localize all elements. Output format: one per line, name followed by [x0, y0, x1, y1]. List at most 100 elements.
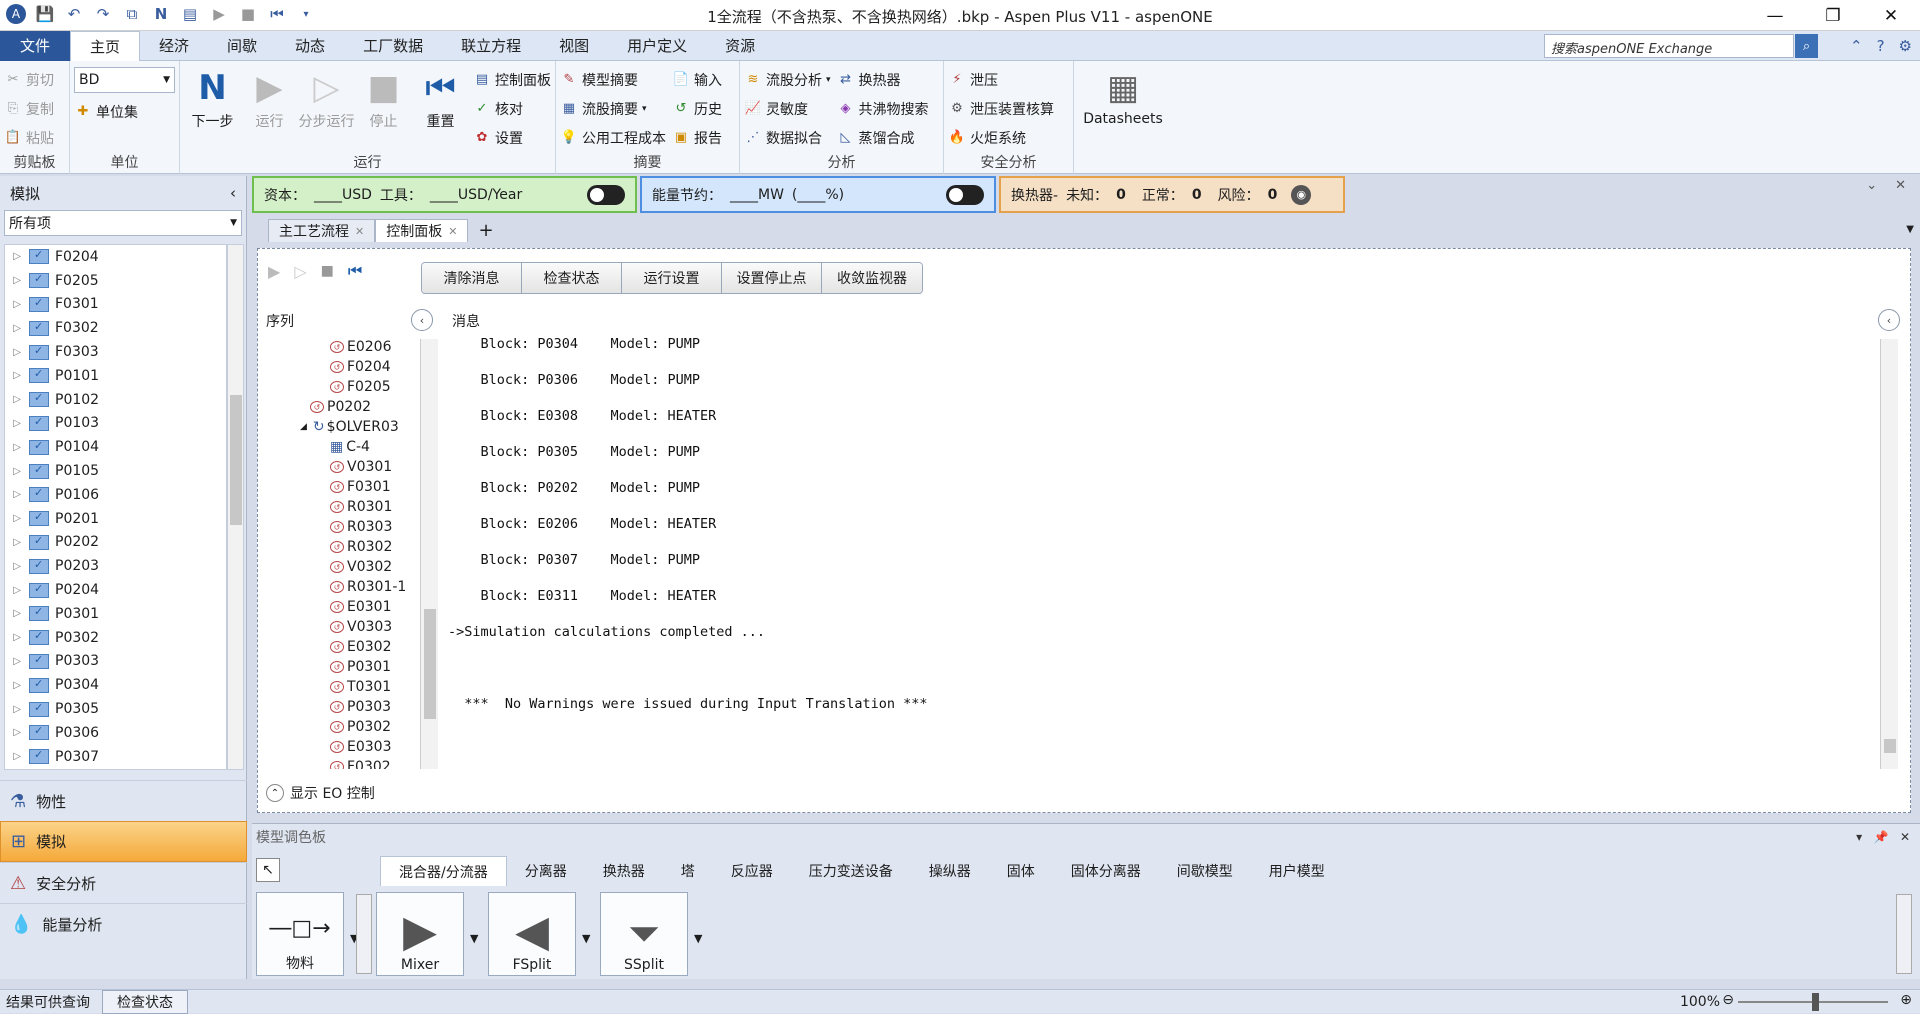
expand-icon[interactable]: ▷ — [5, 585, 29, 596]
clear-messages-button[interactable]: 清除消息 — [422, 263, 522, 293]
close-icon[interactable]: ✕ — [355, 225, 364, 238]
close-icon[interactable]: ✕ — [448, 225, 457, 238]
stop-icon[interactable]: ■ — [321, 263, 334, 279]
relief-sizing-button[interactable]: ⚙ 泄压装置核算 — [948, 94, 1069, 123]
palette-tab[interactable]: 分离器 — [507, 856, 585, 886]
collapse-icon[interactable]: ◢ — [300, 422, 307, 432]
tab-customize[interactable]: 用户定义 — [608, 31, 706, 61]
azeotrope-button[interactable]: ◈ 共沸物搜索 — [837, 94, 929, 123]
palette-scroll-left[interactable] — [356, 894, 372, 974]
tree-item[interactable]: ▷ P0306 — [5, 721, 226, 745]
run-settings-button[interactable]: ✿ 设置 — [473, 123, 551, 152]
tree-item[interactable]: ▷ P0204 — [5, 578, 226, 602]
sequence-item[interactable]: ▦ C-4 — [266, 437, 414, 457]
collapse-pane-icon[interactable]: ‹ — [230, 184, 236, 202]
palette-tab[interactable]: 固体 — [989, 856, 1053, 886]
sequence-item[interactable]: ↺ F0205 — [266, 377, 414, 397]
zoom-slider[interactable] — [1738, 993, 1888, 1011]
expand-icon[interactable]: ▷ — [5, 513, 29, 524]
report-button[interactable]: ▣ 报告 — [672, 123, 722, 152]
palette-tab[interactable]: 塔 — [663, 856, 713, 886]
search-icon[interactable]: ⌕ — [1795, 34, 1818, 58]
expand-icon[interactable]: ▷ — [5, 347, 29, 358]
chevron-down-icon[interactable]: ▼ — [582, 932, 590, 945]
flare-button[interactable]: 🔥 火炬系统 — [948, 123, 1069, 152]
model-summary-button[interactable]: ✎ 模型摘要 — [560, 65, 666, 94]
economics-toggle[interactable] — [587, 184, 625, 205]
expand-icon[interactable]: ▷ — [5, 537, 29, 548]
expand-icon[interactable]: ▷ — [5, 632, 29, 643]
tree-scrollbar[interactable] — [227, 244, 244, 770]
check-button[interactable]: ✓ 核对 — [473, 94, 551, 123]
expand-icon[interactable]: ▷ — [5, 751, 29, 762]
stream-analysis-button[interactable]: ≋ 流股分析 ▾ — [744, 65, 831, 94]
check-status-button[interactable]: 检查状态 — [522, 263, 622, 293]
datasheets-button[interactable]: ▦ Datasheets — [1078, 65, 1168, 127]
sequence-item[interactable]: ↺ P0302 — [266, 717, 414, 737]
tab-home[interactable]: 主页 — [70, 30, 141, 61]
expand-icon[interactable]: ▷ — [5, 561, 29, 572]
sequence-item[interactable]: ↺ F0301 — [266, 477, 414, 497]
tree-item[interactable]: ▷ P0201 — [5, 507, 226, 531]
sequence-item[interactable]: ↺ P0301 — [266, 657, 414, 677]
sequence-item[interactable]: ↺ R0303 — [266, 517, 414, 537]
units-select[interactable]: BD ▼ — [74, 67, 175, 93]
tab-main-flowsheet[interactable]: 主工艺流程 ✕ — [268, 219, 376, 242]
scroll-thumb[interactable] — [230, 395, 242, 525]
tree-item[interactable]: ▷ P0305 — [5, 697, 226, 721]
sequence-item[interactable]: ↺ P0202 — [266, 397, 414, 417]
chevron-down-icon[interactable]: ▼ — [694, 932, 702, 945]
expand-icon[interactable]: ▷ — [5, 727, 29, 738]
unit-sets-button[interactable]: ✚ 单位集 — [74, 97, 175, 126]
copy-button[interactable]: ⎘ 复制 — [4, 94, 65, 123]
restore-button[interactable]: ❐ — [1804, 0, 1862, 31]
palette-scroll-right[interactable] — [1896, 894, 1912, 974]
new-tab-button[interactable]: + — [468, 219, 503, 242]
close-button[interactable]: ✕ — [1862, 0, 1920, 31]
chevron-down-icon[interactable]: ⌄ — [1866, 178, 1877, 193]
tab-resources[interactable]: 资源 — [706, 31, 774, 61]
tree-item[interactable]: ▷ P0102 — [5, 388, 226, 412]
eo-control-toggle[interactable]: ⌃ 显示 EO 控制 — [266, 783, 375, 803]
tab-view[interactable]: 视图 — [540, 31, 608, 61]
expand-icon[interactable]: ▷ — [5, 704, 29, 715]
relief-button[interactable]: ⚡ 泄压 — [948, 65, 1069, 94]
expand-icon[interactable]: ▷ — [5, 323, 29, 334]
tab-control-panel[interactable]: 控制面板 ✕ — [375, 219, 469, 242]
expand-icon[interactable]: ▷ — [5, 466, 29, 477]
palette-item-mixer[interactable]: ▶ Mixer — [376, 892, 464, 976]
run-icon[interactable]: ▶ — [268, 262, 280, 281]
expand-icon[interactable]: ▷ — [5, 680, 29, 691]
energy-toggle[interactable] — [946, 184, 984, 205]
tree-item[interactable]: ▷ P0103 — [5, 412, 226, 436]
tree-item[interactable]: ▷ F0301 — [5, 293, 226, 317]
tree-item[interactable]: ▷ P0302 — [5, 626, 226, 650]
scroll-thumb[interactable] — [424, 609, 436, 719]
help-icon[interactable]: ? — [1877, 37, 1885, 55]
sensitivity-button[interactable]: 📈 灵敏度 — [744, 94, 831, 123]
sequence-item[interactable]: ◢ ↻ $OLVER03 — [266, 417, 414, 437]
collapse-messages-icon[interactable]: ‹ — [1878, 309, 1900, 331]
tab-dynamics[interactable]: 动态 — [276, 31, 344, 61]
close-icon[interactable]: ✕ — [1895, 178, 1906, 193]
nav-safety[interactable]: ⚠ 安全分析 — [0, 862, 247, 903]
utility-cost-button[interactable]: 💡 公用工程成本 — [560, 123, 666, 152]
sequence-item[interactable]: ↺ V0303 — [266, 617, 414, 637]
expand-icon[interactable]: ▷ — [5, 394, 29, 405]
sequence-scrollbar[interactable] — [420, 339, 438, 769]
convergence-monitor-button[interactable]: 收敛监视器 — [822, 263, 922, 293]
palette-tab[interactable]: 压力变送设备 — [791, 856, 911, 886]
palette-tab[interactable]: 用户模型 — [1251, 856, 1343, 886]
sequence-item[interactable]: ↺ R0301 — [266, 497, 414, 517]
hx-button[interactable]: ⇄ 换热器 — [837, 65, 929, 94]
search-input[interactable]: 搜索aspenONE Exchange — [1544, 34, 1794, 58]
paste-button[interactable]: 📋 粘贴 — [4, 123, 65, 152]
collapse-ribbon-icon[interactable]: ⌃ — [1850, 37, 1863, 55]
sequence-item[interactable]: ↺ R0302 — [266, 537, 414, 557]
tree-item[interactable]: ▷ F0302 — [5, 316, 226, 340]
tree-item[interactable]: ▷ F0303 — [5, 340, 226, 364]
palette-tab[interactable]: 换热器 — [585, 856, 663, 886]
palette-item-ssplit[interactable]: ⏷ SSplit — [600, 892, 688, 976]
palette-tab[interactable]: 反应器 — [713, 856, 791, 886]
distillation-button[interactable]: ◺ 蒸馏合成 — [837, 123, 929, 152]
